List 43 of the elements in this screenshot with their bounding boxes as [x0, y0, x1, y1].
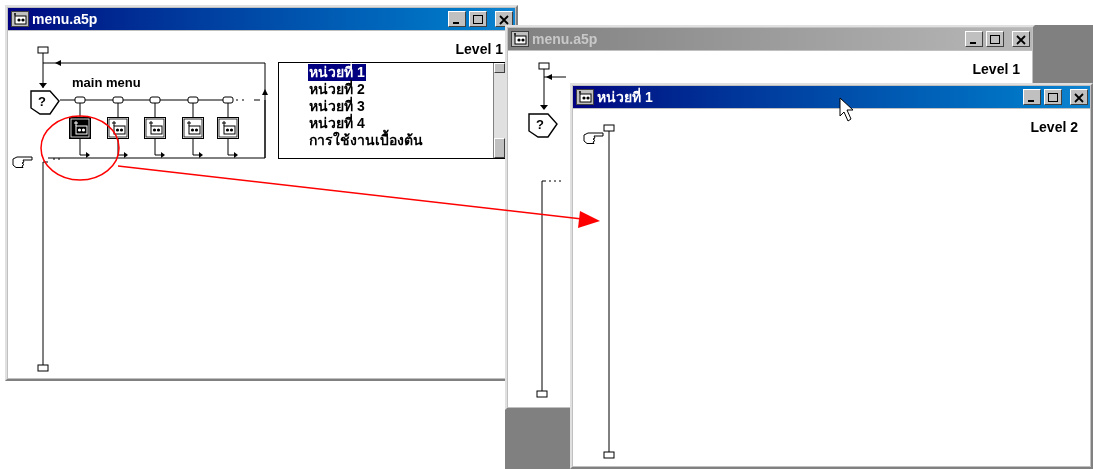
close-button[interactable] [1012, 31, 1030, 47]
maximize-button[interactable] [1044, 89, 1062, 105]
close-icon [499, 14, 509, 25]
window-title: menu.a5p [32, 9, 98, 29]
close-button[interactable] [495, 11, 513, 27]
level-label: Level 1 [972, 60, 1020, 79]
minimize-icon [453, 21, 459, 24]
level-label: Level 2 [1030, 118, 1078, 137]
minimize-icon [1028, 99, 1034, 102]
map-icon[interactable] [217, 117, 239, 139]
map-icon[interactable] [182, 117, 204, 139]
level-label: Level 1 [455, 40, 503, 59]
map-icon[interactable] [69, 117, 91, 139]
maximize-button[interactable] [469, 11, 487, 27]
maximize-icon [1048, 92, 1058, 102]
maximize-icon [990, 34, 1000, 44]
interaction-title: main menu [72, 74, 141, 92]
minimize-button[interactable] [965, 31, 983, 47]
title-bar[interactable]: หน่วยที่ 1 [573, 86, 1090, 108]
minimize-icon [970, 41, 976, 44]
pointing-hand-icon [12, 155, 34, 169]
menu-item[interactable]: หน่วยที่ 4 [308, 115, 366, 132]
decision-icon: ? [30, 87, 61, 116]
title-bar[interactable]: menu.a5p [8, 8, 515, 30]
window-title: menu.a5p [532, 29, 598, 49]
maximize-button[interactable] [986, 31, 1004, 47]
map-icon[interactable] [144, 117, 166, 139]
window-title: หน่วยที่ 1 [597, 86, 653, 107]
minimize-button[interactable] [1023, 89, 1041, 105]
pointing-hand-icon [583, 131, 605, 145]
minimize-button[interactable] [448, 11, 466, 27]
close-icon [1074, 92, 1084, 103]
app-icon [11, 11, 29, 27]
menu-item[interactable]: หน่วยที่ 1 [308, 64, 366, 81]
decision-icon: ? [528, 110, 559, 139]
scrollbar[interactable] [493, 63, 505, 158]
close-button[interactable] [1070, 89, 1088, 105]
desktop-background [505, 408, 571, 469]
maximize-icon [473, 14, 483, 24]
map-icon[interactable] [107, 117, 129, 139]
close-icon [1016, 34, 1026, 45]
app-icon [511, 31, 529, 47]
app-icon [576, 89, 594, 105]
